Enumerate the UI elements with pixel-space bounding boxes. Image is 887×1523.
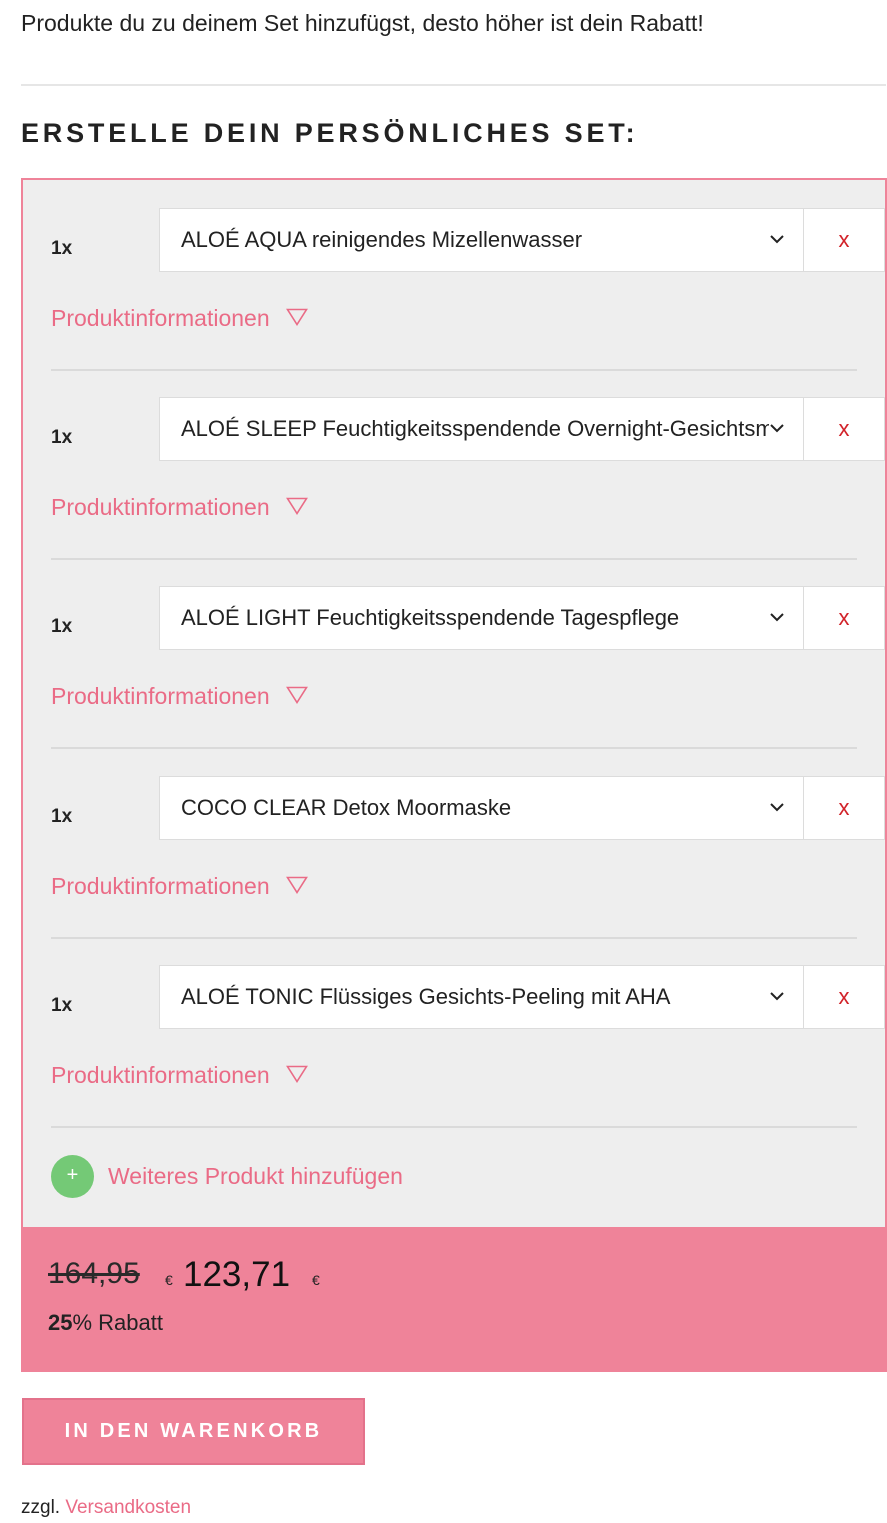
item-quantity: 1x: [51, 995, 73, 1016]
remove-item-button[interactable]: x: [804, 397, 885, 461]
product-select[interactable]: COCO CLEAR Detox Moormaske: [159, 776, 804, 840]
product-select-value: ALOÉ SLEEP Feuchtigkeitsspendende Overni…: [181, 416, 769, 441]
product-select[interactable]: ALOÉ SLEEP Feuchtigkeitsspendende Overni…: [159, 397, 804, 461]
product-select-value: COCO CLEAR Detox Moormaske: [181, 795, 512, 820]
triangle-down-icon: [286, 686, 308, 704]
product-info-toggle[interactable]: Produktinformationen: [51, 683, 308, 710]
product-select[interactable]: ALOÉ AQUA reinigendes Mizellenwasser: [159, 208, 804, 272]
currency-symbol: €: [165, 1272, 173, 1288]
item-divider: [51, 369, 857, 371]
triangle-down-icon: [286, 308, 308, 326]
triangle-down-icon: [286, 497, 308, 515]
product-info-label: Produktinformationen: [51, 683, 270, 709]
triangle-down-icon: [286, 876, 308, 894]
product-info-label: Produktinformationen: [51, 1062, 270, 1088]
chevron-down-icon: [770, 235, 784, 244]
add-to-cart-button[interactable]: IN DEN WARENKORB: [22, 1398, 365, 1465]
item-divider: [51, 937, 857, 939]
product-select[interactable]: ALOÉ TONIC Flüssiges Gesichts-Peeling mi…: [159, 965, 804, 1029]
triangle-down-icon: [286, 1065, 308, 1083]
remove-item-button[interactable]: x: [804, 965, 885, 1029]
product-select[interactable]: ALOÉ LIGHT Feuchtigkeitsspendende Tagesp…: [159, 586, 804, 650]
plus-icon: +: [51, 1155, 94, 1198]
product-info-label: Produktinformationen: [51, 873, 270, 899]
add-product-label: Weiteres Produkt hinzufügen: [108, 1163, 403, 1189]
item-divider: [51, 558, 857, 560]
section-heading: ERSTELLE DEIN PERSÖNLICHES SET:: [21, 118, 639, 148]
product-info-toggle[interactable]: Produktinformationen: [51, 494, 308, 521]
product-info-toggle[interactable]: Produktinformationen: [51, 873, 308, 900]
product-info-toggle[interactable]: Produktinformationen: [51, 1062, 308, 1089]
product-select-value: ALOÉ AQUA reinigendes Mizellenwasser: [181, 227, 583, 252]
item-divider: [51, 1126, 857, 1128]
remove-item-button[interactable]: x: [804, 586, 885, 650]
divider: [21, 84, 886, 86]
shipping-prefix: zzgl.: [21, 1497, 61, 1518]
discounted-price: 123,71: [183, 1255, 291, 1294]
item-divider: [51, 747, 857, 749]
intro-text: Produkte du zu deinem Set hinzufügst, de…: [21, 10, 704, 36]
shipping-costs-link[interactable]: Versandkosten: [65, 1497, 191, 1518]
chevron-down-icon: [770, 613, 784, 622]
set-builder-panel: 1x ALOÉ AQUA reinigendes Mizellenwasser …: [21, 178, 887, 1227]
product-select-value: ALOÉ LIGHT Feuchtigkeitsspendende Tagesp…: [181, 605, 680, 630]
product-info-label: Produktinformationen: [51, 305, 270, 331]
currency-symbol: €: [312, 1272, 320, 1288]
shipping-note: zzgl. Versandkosten: [21, 1497, 191, 1519]
remove-item-button[interactable]: x: [804, 776, 885, 840]
original-price: 164,95: [48, 1257, 140, 1290]
chevron-down-icon: [770, 803, 784, 812]
chevron-down-icon: [770, 992, 784, 1001]
item-quantity: 1x: [51, 427, 73, 448]
remove-item-button[interactable]: x: [804, 208, 885, 272]
chevron-down-icon: [770, 424, 784, 433]
discount-suffix: % Rabatt: [72, 1310, 163, 1335]
discount-percent: 25: [48, 1310, 73, 1335]
product-select-value: ALOÉ TONIC Flüssiges Gesichts-Peeling mi…: [181, 984, 671, 1009]
item-quantity: 1x: [51, 238, 73, 259]
product-info-toggle[interactable]: Produktinformationen: [51, 305, 308, 332]
product-info-label: Produktinformationen: [51, 494, 270, 520]
item-quantity: 1x: [51, 806, 73, 827]
discount-text: 25% Rabatt: [48, 1310, 163, 1336]
item-quantity: 1x: [51, 616, 73, 637]
price-summary: 164,95 € 123,71 € 25% Rabatt: [21, 1227, 887, 1372]
